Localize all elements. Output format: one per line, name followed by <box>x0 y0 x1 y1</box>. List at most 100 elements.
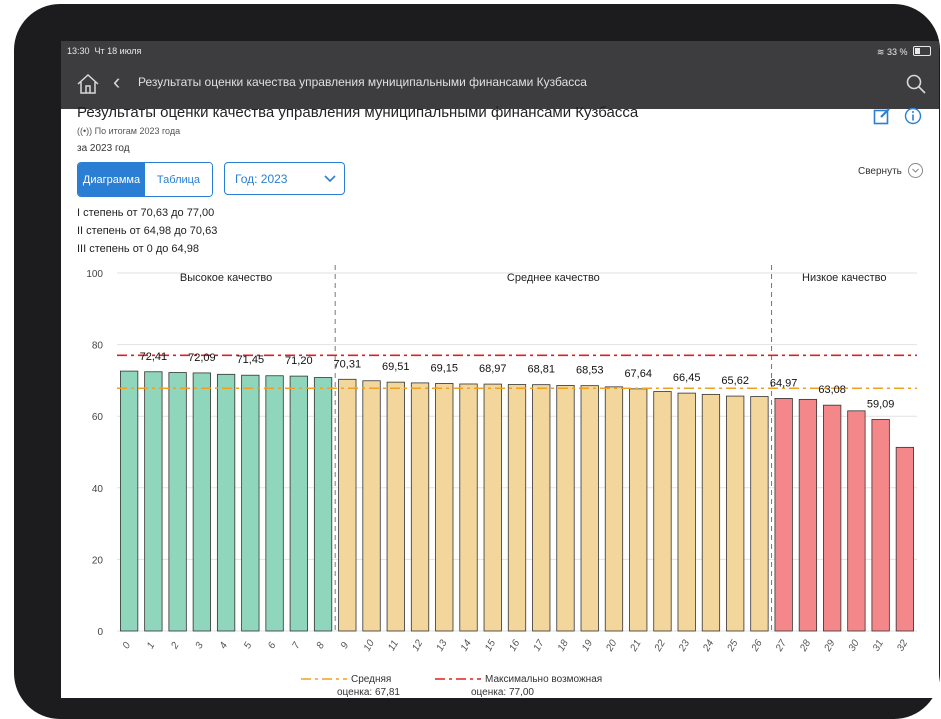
group-title: Высокое качество <box>180 272 272 284</box>
degree-2: II степень от 64,98 до 70,63 <box>77 225 218 237</box>
data-label: 68,53 <box>576 365 604 377</box>
chevron-down-circle-icon <box>907 163 923 178</box>
x-tick-label: 11 <box>386 639 401 653</box>
data-label: 66,45 <box>673 372 701 384</box>
y-tick-label: 20 <box>92 555 104 566</box>
bar <box>798 398 818 632</box>
x-tick-label: 20 <box>604 638 620 654</box>
view-tabs: Диаграмма Таблица <box>77 162 213 197</box>
bar <box>847 410 866 632</box>
data-label: 63,08 <box>818 384 846 396</box>
x-tick-label: 25 <box>725 638 741 654</box>
chevron-down-icon <box>324 175 336 183</box>
legend-value: оценка: 77,00 <box>471 687 534 698</box>
x-tick-label: 9 <box>339 640 352 651</box>
x-tick-label: 7 <box>290 640 303 651</box>
battery-percent: 33 % <box>886 47 908 57</box>
bar <box>653 391 672 632</box>
legend-value: оценка: 67,81 <box>337 687 400 698</box>
x-tick-label: 4 <box>218 640 231 651</box>
y-tick-label: 100 <box>86 269 103 280</box>
status-time-date: 13:30 Чт 18 июля <box>67 46 141 56</box>
battery-icon <box>913 46 931 56</box>
status-time: 13:30 <box>67 46 90 56</box>
bar <box>750 396 769 632</box>
x-tick-label: 30 <box>847 638 862 654</box>
x-tick-label: 28 <box>798 638 814 654</box>
bar <box>168 372 187 632</box>
period-label: за 2023 год <box>77 143 130 154</box>
bar <box>216 373 236 632</box>
nav-bar: ‹ Результаты оценки качества управления … <box>61 61 939 109</box>
bar <box>580 385 599 632</box>
year-select[interactable]: Год: 2023 <box>224 162 345 195</box>
bar <box>144 371 163 632</box>
x-tick-label: 2 <box>169 640 182 652</box>
x-tick-label: 17 <box>532 638 547 654</box>
bar <box>338 378 357 632</box>
x-tick-label: 10 <box>362 638 377 654</box>
x-tick-label: 1 <box>145 641 157 651</box>
data-label: 71,20 <box>285 355 313 367</box>
bar <box>823 404 842 632</box>
bar <box>895 446 915 632</box>
x-tick-label: 3 <box>194 640 207 651</box>
edit-icon[interactable] <box>873 107 891 125</box>
status-date: Чт 18 июля <box>94 46 142 56</box>
collapse-button[interactable]: Свернуть <box>858 163 923 178</box>
y-tick-label: 40 <box>92 484 104 495</box>
data-label: 71,45 <box>237 354 265 366</box>
bar <box>604 386 624 632</box>
data-label: 68,97 <box>479 363 507 375</box>
degree-3: III степень от 0 до 64,98 <box>77 243 199 255</box>
x-tick-label: 5 <box>242 640 255 651</box>
x-tick-label: 19 <box>580 638 595 654</box>
search-icon[interactable] <box>905 73 927 95</box>
bar <box>532 384 551 632</box>
tab-diagram[interactable]: Диаграмма <box>78 163 145 196</box>
page-title: Результаты оценки качества управления му… <box>77 104 639 121</box>
bar <box>386 381 405 632</box>
bar <box>265 375 284 632</box>
wifi-icon: ≋ <box>876 47 885 57</box>
bar <box>289 375 308 632</box>
x-tick-label: 8 <box>315 640 328 651</box>
bar <box>192 372 211 632</box>
data-label: 69,15 <box>431 362 459 374</box>
data-label: 59,09 <box>867 398 895 410</box>
x-tick-label: 24 <box>701 638 717 654</box>
x-tick-label: 29 <box>822 638 838 654</box>
x-tick-label: 6 <box>266 640 279 651</box>
degree-1: I степень от 70,63 до 77,00 <box>77 207 215 219</box>
bar <box>483 383 502 632</box>
data-label: 64,97 <box>770 377 798 389</box>
x-tick-label: 27 <box>773 638 789 654</box>
status-right: ≋ 33 % <box>877 46 931 58</box>
collapse-label: Свернуть <box>858 166 902 177</box>
info-icon[interactable] <box>904 107 922 125</box>
x-tick-label: 12 <box>410 638 425 654</box>
bar <box>507 384 527 632</box>
x-tick-label: 21 <box>628 638 644 654</box>
home-icon[interactable] <box>75 71 101 97</box>
bar <box>774 398 793 632</box>
bar <box>677 392 696 632</box>
data-label: 72,09 <box>188 352 216 364</box>
bar <box>556 385 575 632</box>
data-label: 68,81 <box>527 364 555 376</box>
tablet-frame: 13:30 Чт 18 июля ≋ 33 % ‹ Результаты оце… <box>14 4 940 719</box>
bar <box>119 370 139 632</box>
nav-title: Результаты оценки качества управления му… <box>138 75 587 89</box>
page-subtitle: ((•)) По итогам 2023 года <box>77 126 181 136</box>
data-label: 70,31 <box>334 358 362 370</box>
tab-table[interactable]: Таблица <box>145 163 212 196</box>
x-tick-label: 16 <box>507 638 522 654</box>
data-label: 67,64 <box>624 368 652 380</box>
y-tick-label: 60 <box>92 412 104 423</box>
bar <box>410 382 430 632</box>
x-tick-label: 23 <box>676 638 692 654</box>
group-title: Низкое качество <box>802 272 887 284</box>
x-tick-label: 18 <box>556 638 571 654</box>
year-select-value: Год: 2023 <box>235 172 288 186</box>
chevron-left-icon[interactable]: ‹ <box>113 69 120 95</box>
